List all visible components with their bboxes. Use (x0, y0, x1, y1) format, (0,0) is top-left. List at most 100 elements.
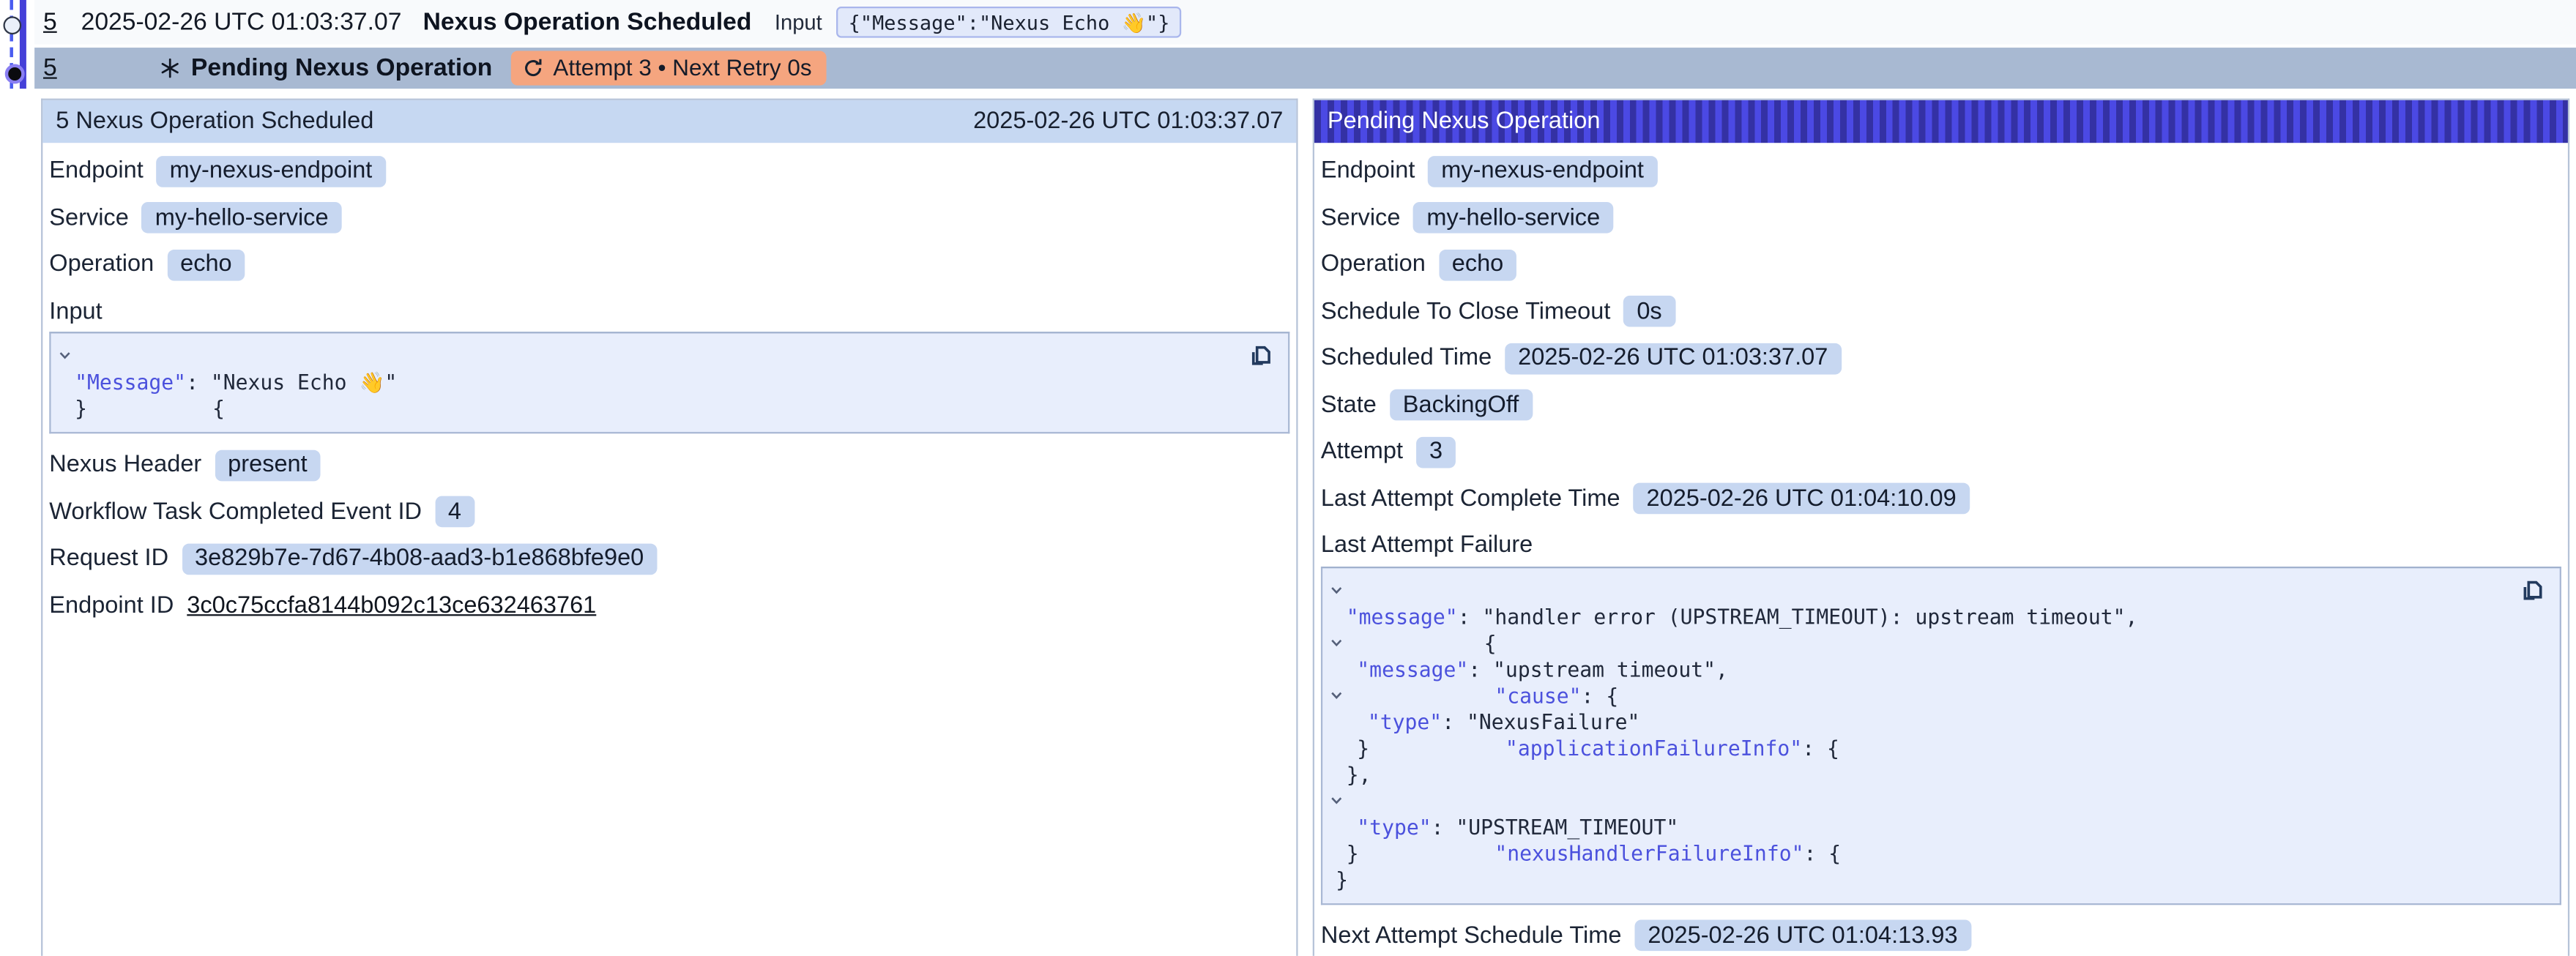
timeline-gutter (0, 0, 34, 89)
field-request-id: Request ID 3e829b7e-7d67-4b08-aad3-b1e86… (48, 544, 1291, 573)
scheduled-panel-body: Endpoint my-nexus-endpoint Service my-he… (42, 143, 1296, 956)
field-label: Endpoint ID (49, 592, 174, 619)
event-title: Nexus Operation Scheduled (423, 8, 752, 36)
field-value-badge: echo (1439, 249, 1516, 280)
field-value-badge: 4 (435, 496, 474, 528)
field-endpoint: Endpoint my-nexus-endpoint (48, 156, 1291, 185)
collapse-chevron-icon[interactable] (1329, 582, 1344, 597)
field-label: Schedule To Close Timeout (1321, 298, 1610, 324)
json-line: "applicationFailureInfo": { (1322, 682, 2560, 709)
collapse-chevron-icon[interactable] (1329, 635, 1344, 649)
field-value-badge: 2025-02-26 UTC 01:03:37.07 (1505, 343, 1841, 374)
field-value-badge: my-nexus-endpoint (157, 155, 386, 187)
scheduled-event-panel: 5 Nexus Operation Scheduled 2025-02-26 U… (41, 99, 1298, 956)
event-history-view: 5 2025-02-26 UTC 01:03:37.07 Nexus Opera… (0, 0, 2576, 956)
collapse-chevron-icon[interactable] (1329, 793, 1344, 807)
field-label: Workflow Task Completed Event ID (49, 498, 422, 525)
pending-panel-title: Pending Nexus Operation (1328, 108, 1601, 135)
field-schedule-to-close-timeout: Schedule To Close Timeout 0s (1319, 296, 2563, 326)
collapse-chevron-icon[interactable] (58, 348, 72, 363)
json-line: "cause": { (1322, 630, 2560, 656)
field-label: Service (1321, 204, 1401, 231)
pending-operation-panel: Pending Nexus Operation Endpoint my-nexu… (1313, 99, 2569, 956)
field-label: State (1321, 392, 1377, 418)
event-row-pending-selected[interactable]: 5 Pending Nexus Operation Attempt 3 • Ne… (34, 47, 2576, 88)
scheduled-panel-timestamp: 2025-02-26 UTC 01:03:37.07 (973, 108, 1283, 135)
json-line: "Message": "Nexus Echo 👋" (51, 370, 1289, 396)
field-value-badge: 3e829b7e-7d67-4b08-aad3-b1e868bfe9e0 (182, 543, 657, 575)
endpoint-id-link[interactable]: 3c0c75ccfa8144b092c13ce632463761 (187, 592, 596, 619)
field-label: Nexus Header (49, 452, 201, 478)
json-line: } (1322, 735, 2560, 761)
field-value-badge: echo (167, 249, 245, 280)
field-last-attempt-complete-time: Last Attempt Complete Time 2025-02-26 UT… (1319, 484, 2563, 513)
field-next-attempt-schedule-time: Next Attempt Schedule Time 2025-02-26 UT… (1319, 921, 2563, 950)
field-service: Service my-hello-service (48, 203, 1291, 232)
copy-icon[interactable] (1247, 342, 1275, 370)
pending-panel-body: Endpoint my-nexus-endpoint Service my-he… (1314, 143, 2568, 956)
field-scheduled-time: Scheduled Time 2025-02-26 UTC 01:03:37.0… (1319, 343, 2563, 373)
field-value-badge: 3 (1416, 436, 1456, 468)
input-section-label: Input (48, 296, 1291, 326)
json-line: } (51, 396, 1289, 422)
field-label: Endpoint (49, 157, 143, 184)
pending-event-title: Pending Nexus Operation (191, 53, 492, 81)
field-value-badge: 2025-02-26 UTC 01:04:10.09 (1634, 483, 1970, 515)
event-rows: 5 2025-02-26 UTC 01:03:37.07 Nexus Opera… (34, 0, 2576, 88)
field-endpoint: Endpoint my-nexus-endpoint (1319, 156, 2563, 185)
field-value-badge: my-nexus-endpoint (1428, 155, 1657, 187)
json-line: "nexusHandlerFailureInfo": { (1322, 788, 2560, 814)
json-line: "type": "UPSTREAM_TIMEOUT" (1322, 814, 2560, 840)
scheduled-panel-title: 5 Nexus Operation Scheduled (56, 108, 373, 135)
json-line: "type": "NexusFailure" (1322, 709, 2560, 735)
field-value-badge: my-hello-service (142, 202, 342, 234)
retry-status-badge: Attempt 3 • Next Retry 0s (510, 50, 827, 84)
field-value-badge: 0s (1623, 296, 1675, 327)
timeline-node-selected-icon[interactable] (5, 64, 25, 84)
json-line: { (1322, 578, 2560, 604)
event-input-label: Input (775, 10, 822, 34)
collapse-chevron-icon[interactable] (1329, 687, 1344, 702)
field-value-badge: present (215, 449, 320, 481)
field-value-badge: my-hello-service (1413, 202, 1613, 234)
field-label: Operation (1321, 251, 1426, 277)
json-line: "message": "handler error (UPSTREAM_TIME… (1322, 604, 2560, 630)
json-line: }, (1322, 761, 2560, 788)
scheduled-panel-header: 5 Nexus Operation Scheduled 2025-02-26 U… (42, 100, 1296, 143)
field-operation: Operation echo (48, 250, 1291, 279)
field-label: Last Attempt Complete Time (1321, 485, 1620, 512)
field-label: Endpoint (1321, 157, 1415, 184)
failure-json-viewer: { "message": "handler error (UPSTREAM_TI… (1321, 566, 2561, 904)
event-detail-panels: 5 Nexus Operation Scheduled 2025-02-26 U… (41, 99, 2569, 956)
field-label: Next Attempt Schedule Time (1321, 922, 1621, 949)
field-value-badge: BackingOff (1390, 389, 1532, 421)
field-service: Service my-hello-service (1319, 203, 2563, 232)
event-id-link[interactable]: 5 (43, 53, 66, 81)
event-id-link[interactable]: 5 (43, 8, 66, 36)
retry-badge-text: Attempt 3 • Next Retry 0s (553, 54, 811, 81)
field-workflow-task-completed-event-id: Workflow Task Completed Event ID 4 (48, 497, 1291, 526)
retry-icon (522, 56, 543, 78)
field-state: State BackingOff (1319, 390, 2563, 419)
input-json-viewer: { "Message": "Nexus Echo 👋" } (49, 332, 1289, 433)
event-timestamp: 2025-02-26 UTC 01:03:37.07 (81, 8, 402, 36)
json-line: } (1322, 840, 2560, 867)
field-label: Attempt (1321, 438, 1403, 465)
json-line: "message": "upstream timeout", (1322, 656, 2560, 682)
field-value-badge: 2025-02-26 UTC 01:04:13.93 (1634, 919, 1970, 951)
json-line: { (51, 343, 1289, 370)
field-operation: Operation echo (1319, 250, 2563, 279)
event-row-scheduled[interactable]: 5 2025-02-26 UTC 01:03:37.07 Nexus Opera… (34, 0, 2576, 45)
field-label: Service (49, 204, 129, 231)
pending-asterisk-icon (160, 56, 181, 78)
field-nexus-header: Nexus Header present (48, 450, 1291, 479)
failure-section-label: Last Attempt Failure (1319, 531, 2563, 560)
copy-icon[interactable] (2519, 575, 2547, 603)
field-label: Scheduled Time (1321, 345, 1492, 371)
pending-panel-header: Pending Nexus Operation (1314, 100, 2568, 143)
field-label: Operation (49, 251, 154, 277)
field-label: Request ID (49, 545, 168, 572)
json-line: } (1322, 867, 2560, 893)
event-input-preview-badge[interactable]: {"Message":"Nexus Echo 👋"} (837, 7, 1181, 38)
field-attempt: Attempt 3 (1319, 437, 2563, 466)
